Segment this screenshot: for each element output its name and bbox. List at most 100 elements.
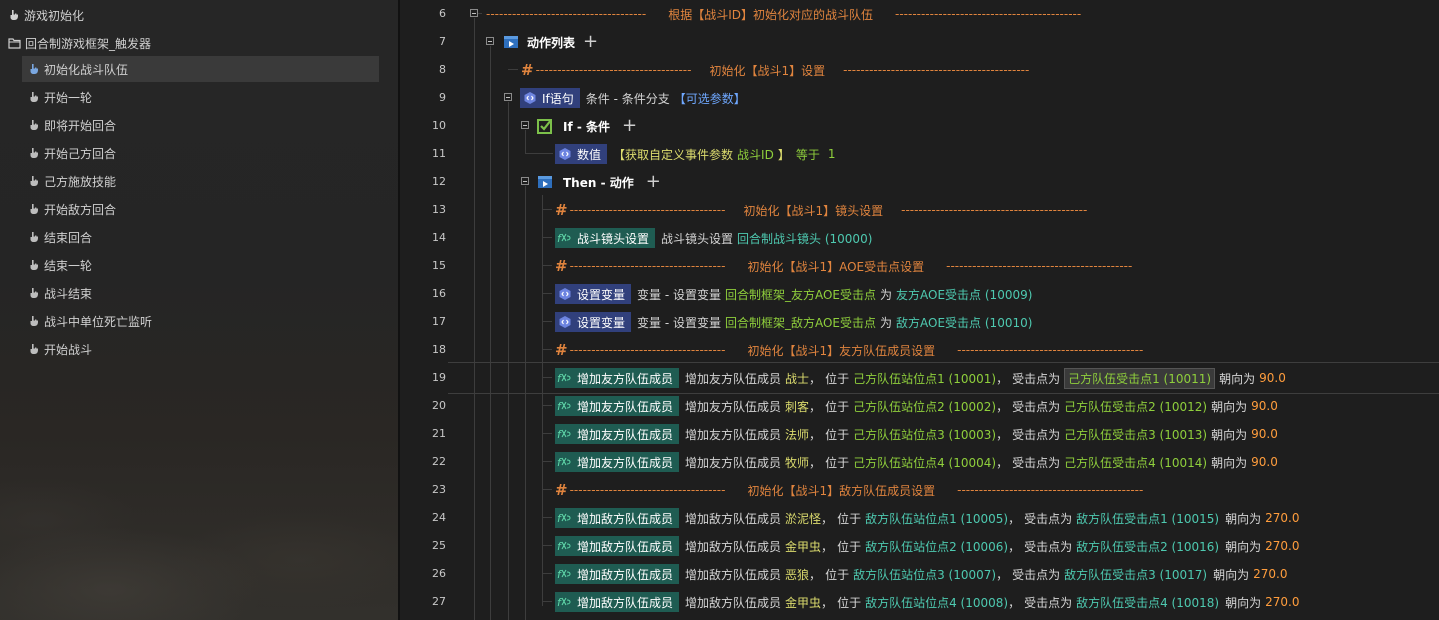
code-line-14[interactable]: 14 f 战斗镜头设置 战斗镜头设置 回合制战斗镜头 (10000) xyxy=(400,224,1439,252)
code-line-22[interactable]: 22 f 增加友方队伍成员 增加友方队伍成员 牧师 ， 位于 己方队伍站位点4 … xyxy=(400,448,1439,476)
hit-point-arg[interactable]: 敌方队伍受击点3 (10017) xyxy=(1064,566,1207,583)
unit-arg[interactable]: 淤泥怪 xyxy=(785,510,821,527)
code-line-16[interactable]: 16 设置变量 变量 - 设置变量 回合制框架_友方AOE受击点 为 友方AOE… xyxy=(400,280,1439,308)
hit-point-arg[interactable]: 敌方队伍受击点4 (10018) xyxy=(1076,594,1219,611)
unit-arg[interactable]: 恶狼 xyxy=(785,566,809,583)
code-line-8[interactable]: 8 # ------------------------------------… xyxy=(400,56,1439,84)
facing-arg[interactable]: 90.0 xyxy=(1251,399,1278,413)
tree-item-unit-death-listener[interactable]: 战斗中单位死亡监听 xyxy=(22,308,379,334)
camera-arg[interactable]: 回合制战斗镜头 (10000) xyxy=(737,230,872,247)
hit-point-arg[interactable]: 己方队伍受击点1 (10011) xyxy=(1064,367,1216,389)
tree-item-label: 战斗中单位死亡监听 xyxy=(44,314,153,329)
tree-item-start-ally-turn[interactable]: 开始己方回合 xyxy=(22,140,379,166)
code-line-24[interactable]: 24 f 增加敌方队伍成员 增加敌方队伍成员 淤泥怪 ， 位于 敌方队伍站位点1… xyxy=(400,504,1439,532)
unit-arg[interactable]: 刺客 xyxy=(785,398,809,415)
code-line-23[interactable]: 23 # -----------------------------------… xyxy=(400,476,1439,504)
add-ally-member-tag[interactable]: f 增加友方队伍成员 xyxy=(555,368,680,388)
trigger-hand-icon xyxy=(28,119,40,131)
unit-arg[interactable]: 金甲虫 xyxy=(785,594,821,611)
operator[interactable]: 等于 xyxy=(796,146,820,163)
code-line-10[interactable]: 10 If - 条件 + xyxy=(400,112,1439,140)
add-action-button[interactable]: + xyxy=(583,33,598,51)
unit-arg[interactable]: 牧师 xyxy=(785,454,809,471)
add-condition-button[interactable]: + xyxy=(622,117,637,135)
value-tag[interactable]: 数值 xyxy=(555,144,608,164)
tree-item-end-turn[interactable]: 结束回合 xyxy=(22,224,379,250)
set-variable-tag[interactable]: 设置变量 xyxy=(555,284,632,304)
unit-arg[interactable]: 法师 xyxy=(785,426,809,443)
code-line-17[interactable]: 17 设置变量 变量 - 设置变量 回合制框架_敌方AOE受击点 为 敌方AOE… xyxy=(400,308,1439,336)
facing-arg[interactable]: 90.0 xyxy=(1259,371,1286,385)
add-enemy-member-tag[interactable]: f 增加敌方队伍成员 xyxy=(555,508,680,528)
set-variable-tag[interactable]: 设置变量 xyxy=(555,312,632,332)
code-line-15[interactable]: 15 # -----------------------------------… xyxy=(400,252,1439,280)
position-arg[interactable]: 敌方队伍站位点3 (10007) xyxy=(853,566,996,583)
code-line-13[interactable]: 13 # -----------------------------------… xyxy=(400,196,1439,224)
code-line-11[interactable]: 11 数值 【获取自定义事件参数 战斗ID 】 等于 1 xyxy=(400,140,1439,168)
code-line-21[interactable]: 21 f 增加友方队伍成员 增加友方队伍成员 法师 ， 位于 己方队伍站位点3 … xyxy=(400,420,1439,448)
facing-arg[interactable]: 270.0 xyxy=(1265,511,1299,525)
param-suffix[interactable]: 】 xyxy=(778,146,790,163)
tree-item-game-init[interactable]: 游戏初始化 xyxy=(8,2,84,28)
code-line-18[interactable]: 18 # -----------------------------------… xyxy=(400,336,1439,364)
tree-item-init-battle-team[interactable]: 初始化战斗队伍 xyxy=(22,56,379,82)
facing-arg[interactable]: 270.0 xyxy=(1265,539,1299,553)
optional-params-link[interactable]: 【可选参数】 xyxy=(674,90,746,107)
param-prefix[interactable]: 【获取自定义事件参数 xyxy=(613,146,733,163)
add-ally-member-tag[interactable]: f 增加友方队伍成员 xyxy=(555,396,680,416)
facing-arg[interactable]: 90.0 xyxy=(1251,427,1278,441)
unit-arg[interactable]: 金甲虫 xyxy=(785,538,821,555)
function-icon: f xyxy=(557,566,573,582)
code-line-12[interactable]: 12 Then - 动作 + xyxy=(400,168,1439,196)
add-ally-member-tag[interactable]: f 增加友方队伍成员 xyxy=(555,452,680,472)
hit-point-arg[interactable]: 己方队伍受击点3 (10013) xyxy=(1064,426,1207,443)
hit-point-arg[interactable]: 敌方队伍受击点1 (10015) xyxy=(1076,510,1219,527)
tree-item-ally-cast-skill[interactable]: 己方施放技能 xyxy=(22,168,379,194)
hit-point-arg[interactable]: 敌方队伍受击点2 (10016) xyxy=(1076,538,1219,555)
variable-value[interactable]: 友方AOE受击点 (10009) xyxy=(896,286,1032,303)
tree-item-battle-end[interactable]: 战斗结束 xyxy=(22,280,379,306)
position-arg[interactable]: 敌方队伍站位点4 (10008) xyxy=(865,594,1008,611)
add-ally-member-tag[interactable]: f 增加友方队伍成员 xyxy=(555,424,680,444)
facing-arg[interactable]: 270.0 xyxy=(1265,595,1299,609)
camera-setting-tag[interactable]: f 战斗镜头设置 xyxy=(555,228,656,248)
position-arg[interactable]: 敌方队伍站位点1 (10005) xyxy=(865,510,1008,527)
tree-item-turn-about-to-start[interactable]: 即将开始回合 xyxy=(22,112,379,138)
variable-name[interactable]: 回合制框架_友方AOE受击点 xyxy=(725,286,876,303)
tree-item-start-round[interactable]: 开始一轮 xyxy=(22,84,379,110)
unit-arg[interactable]: 战士 xyxy=(785,370,809,387)
tree-folder-turn-based-triggers[interactable]: 回合制游戏框架_触发器 xyxy=(8,30,151,56)
tree-item-start-enemy-turn[interactable]: 开始敌方回合 xyxy=(22,196,379,222)
variable-value[interactable]: 敌方AOE受击点 (10010) xyxy=(896,314,1032,331)
facing-arg[interactable]: 270.0 xyxy=(1253,567,1287,581)
add-enemy-member-tag[interactable]: f 增加敌方队伍成员 xyxy=(555,564,680,584)
position-arg[interactable]: 己方队伍站位点2 (10002) xyxy=(853,398,996,415)
hit-point-arg[interactable]: 己方队伍受击点4 (10014) xyxy=(1064,454,1207,471)
position-arg[interactable]: 己方队伍站位点4 (10004) xyxy=(853,454,996,471)
statement-description: 增加敌方队伍成员 xyxy=(685,539,782,554)
tree-item-start-battle[interactable]: 开始战斗 xyxy=(22,336,379,362)
comment-dashes: ------------------------------------ xyxy=(569,259,726,273)
code-line-27[interactable]: 27 f 增加敌方队伍成员 增加敌方队伍成员 金甲虫 ， 位于 敌方队伍站位点4… xyxy=(400,588,1439,616)
hit-point-arg[interactable]: 己方队伍受击点2 (10012) xyxy=(1064,398,1207,415)
position-arg[interactable]: 敌方队伍站位点2 (10006) xyxy=(865,538,1008,555)
add-enemy-member-tag[interactable]: f 增加敌方队伍成员 xyxy=(555,536,680,556)
code-line-9[interactable]: 9 If语句 条件 - 条件分支 【可选参数】 xyxy=(400,84,1439,112)
code-line-6[interactable]: 6 ------------------------------------- … xyxy=(400,0,1439,28)
code-line-20[interactable]: 20 f 增加友方队伍成员 增加友方队伍成员 刺客 ， 位于 己方队伍站位点2 … xyxy=(400,392,1439,420)
code-line-19[interactable]: 19 f 增加友方队伍成员 增加友方队伍成员 战士 ， 位于 己方队伍站位点1 … xyxy=(400,364,1439,392)
code-line-7[interactable]: 7 动作列表 + xyxy=(400,28,1439,56)
tree-item-end-round[interactable]: 结束一轮 xyxy=(22,252,379,278)
position-arg[interactable]: 己方队伍站位点1 (10001) xyxy=(853,370,996,387)
code-line-25[interactable]: 25 f 增加敌方队伍成员 增加敌方队伍成员 金甲虫 ， 位于 敌方队伍站位点2… xyxy=(400,532,1439,560)
tag-label: If语句 xyxy=(542,91,574,106)
compare-value[interactable]: 1 xyxy=(828,147,836,161)
facing-arg[interactable]: 90.0 xyxy=(1251,455,1278,469)
code-line-26[interactable]: 26 f 增加敌方队伍成员 增加敌方队伍成员 恶狼 ， 位于 敌方队伍站位点3 … xyxy=(400,560,1439,588)
add-enemy-member-tag[interactable]: f 增加敌方队伍成员 xyxy=(555,592,680,612)
position-arg[interactable]: 己方队伍站位点3 (10003) xyxy=(853,426,996,443)
param-name[interactable]: 战斗ID xyxy=(737,146,774,163)
if-statement-tag[interactable]: If语句 xyxy=(520,88,580,108)
variable-name[interactable]: 回合制框架_敌方AOE受击点 xyxy=(725,314,876,331)
add-then-action-button[interactable]: + xyxy=(646,173,661,191)
